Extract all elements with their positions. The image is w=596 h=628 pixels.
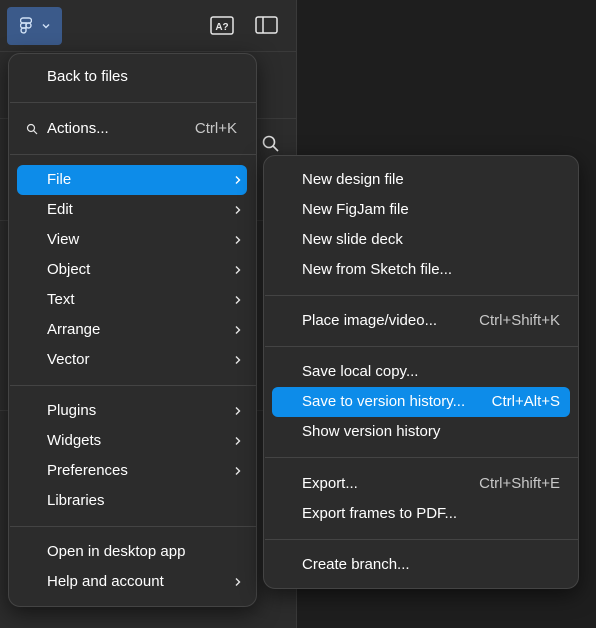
svg-text:A?: A? [215,22,228,33]
search-icon[interactable] [261,134,281,154]
menu-item-plugins[interactable]: Plugins [17,396,247,426]
menu-item-shortcut: Ctrl+K [194,120,237,137]
menu-item-label: Plugins [47,402,97,419]
menu-item-help-and-account[interactable]: Help and account [17,567,247,597]
menu-separator [265,539,578,540]
chevron-right-icon [235,407,241,415]
menu-item-edit[interactable]: Edit [17,195,247,225]
menu-item-label: Libraries [47,492,105,509]
panel-divider [0,51,297,52]
menu-item-label: Save local copy... [302,363,419,380]
menu-item-export-frames-to-pdf[interactable]: Export frames to PDF... [272,499,570,529]
menu-item-text[interactable]: Text [17,285,247,315]
menu-item-label: Object [47,261,91,278]
chevron-down-icon [42,24,50,29]
menu-item-label: New FigJam file [302,201,409,218]
menu-separator [10,385,256,386]
chevron-right-icon [235,356,241,364]
figma-icon [20,17,32,34]
menu-item-shortcut: Ctrl+Alt+S [491,393,560,410]
menu-item-create-branch[interactable]: Create branch... [272,550,570,580]
menu-item-new-slide-deck[interactable]: New slide deck [272,225,570,255]
menu-item-show-version-history[interactable]: Show version history [272,417,570,447]
menu-item-actions[interactable]: Actions... Ctrl+K [17,114,247,144]
menu-item-label: Arrange [47,321,101,338]
menu-item-new-design-file[interactable]: New design file [272,165,570,195]
menu-separator [10,154,256,155]
menu-item-label: Place image/video... [302,312,438,329]
menu-item-label: Actions... [47,120,109,137]
menu-item-label: Vector [47,351,90,368]
menu-item-label: Create branch... [302,556,410,573]
menu-item-save-to-version-history[interactable]: Save to version history... Ctrl+Alt+S [272,387,570,417]
menu-item-label: Help and account [47,573,164,590]
menu-item-label: View [47,231,80,248]
menu-item-file[interactable]: File [17,165,247,195]
menu-item-label: Show version history [302,423,441,440]
menu-item-label: New from Sketch file... [302,261,453,278]
menu-item-export[interactable]: Export... Ctrl+Shift+E [272,469,570,499]
menu-separator [265,295,578,296]
menu-item-label: Open in desktop app [47,543,186,560]
chevron-right-icon [235,326,241,334]
chevron-right-icon [235,236,241,244]
menu-separator [10,102,256,103]
chevron-right-icon [235,266,241,274]
menu-separator [10,526,256,527]
menu-item-label: New slide deck [302,231,403,248]
menu-item-place-image[interactable]: Place image/video... Ctrl+Shift+K [272,306,570,336]
menu-item-preferences[interactable]: Preferences [17,456,247,486]
menu-item-label: Text [47,291,75,308]
main-menu-button[interactable] [7,7,62,45]
menu-item-label: Save to version history... [302,393,466,410]
sidebar-toggle-icon[interactable] [255,15,279,37]
menu-item-label: Export... [302,475,358,492]
menu-item-new-from-sketch[interactable]: New from Sketch file... [272,255,570,285]
chevron-right-icon [235,467,241,475]
menu-separator [265,346,578,347]
menu-separator [265,457,578,458]
menu-item-new-figjam-file[interactable]: New FigJam file [272,195,570,225]
chevron-right-icon [235,437,241,445]
menu-item-view[interactable]: View [17,225,247,255]
menu-item-libraries[interactable]: Libraries [17,486,247,516]
menu-item-label: Widgets [47,432,102,449]
menu-item-label: Preferences [47,462,128,479]
menu-item-label: Edit [47,201,73,218]
chevron-right-icon [235,578,241,586]
menu-item-save-local-copy[interactable]: Save local copy... [272,357,570,387]
menu-item-widgets[interactable]: Widgets [17,426,247,456]
menu-item-vector[interactable]: Vector [17,345,247,375]
menu-item-shortcut: Ctrl+Shift+K [479,312,560,329]
search-icon [26,123,38,135]
chevron-right-icon [235,296,241,304]
text-check-icon[interactable]: A? [210,15,234,37]
menu-item-label: File [47,171,72,188]
menu-item-arrange[interactable]: Arrange [17,315,247,345]
menu-item-shortcut: Ctrl+Shift+E [479,475,560,492]
file-submenu: New design file New FigJam file New slid… [263,155,579,589]
chevron-right-icon [235,176,241,184]
menu-item-back-to-files[interactable]: Back to files [17,62,247,92]
menu-item-object[interactable]: Object [17,255,247,285]
main-menu: Back to files Actions... Ctrl+K File Edi… [8,53,257,607]
menu-item-label: Export frames to PDF... [302,505,458,522]
menu-item-open-desktop-app[interactable]: Open in desktop app [17,537,247,567]
menu-item-label: Back to files [47,68,128,85]
chevron-right-icon [235,206,241,214]
menu-item-label: New design file [302,171,404,188]
